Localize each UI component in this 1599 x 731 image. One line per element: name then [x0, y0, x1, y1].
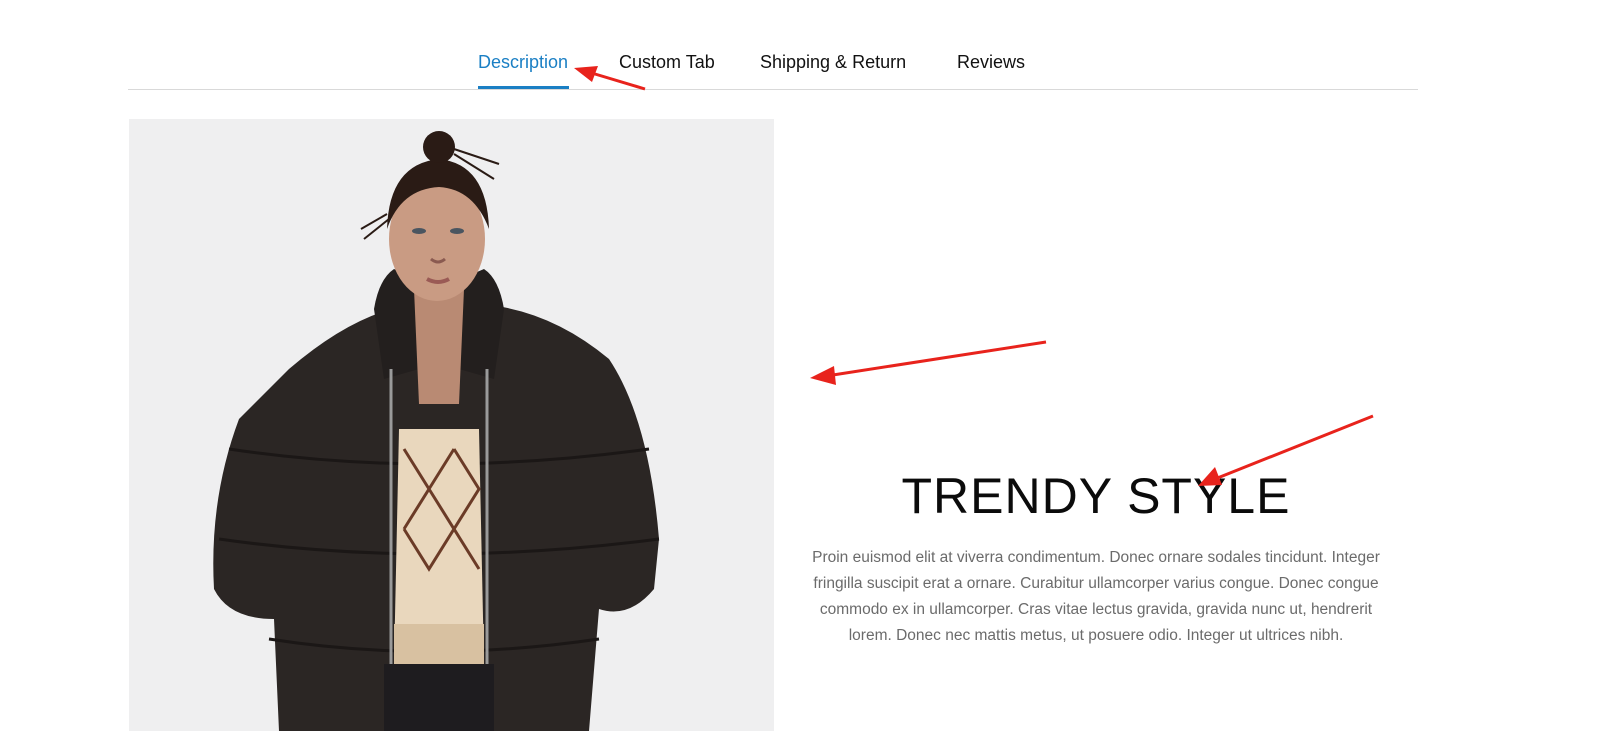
product-image	[129, 119, 774, 731]
tab-shipping-return[interactable]: Shipping & Return	[760, 50, 906, 74]
model-illustration	[129, 119, 774, 731]
content-body: Proin euismod elit at viverra condimentu…	[812, 549, 1380, 644]
product-tabs: Description Custom Tab Shipping & Return…	[128, 0, 1418, 90]
content-heading: TRENDY STYLE	[901, 468, 1291, 524]
active-tab-indicator	[478, 86, 569, 89]
tab-description[interactable]: Description	[478, 50, 568, 74]
tab-custom-tab[interactable]: Custom Tab	[619, 50, 715, 74]
tab-reviews[interactable]: Reviews	[957, 50, 1025, 74]
product-description-page: Description Custom Tab Shipping & Return…	[0, 0, 1599, 731]
annotation-arrow-image-gap	[810, 340, 1047, 385]
